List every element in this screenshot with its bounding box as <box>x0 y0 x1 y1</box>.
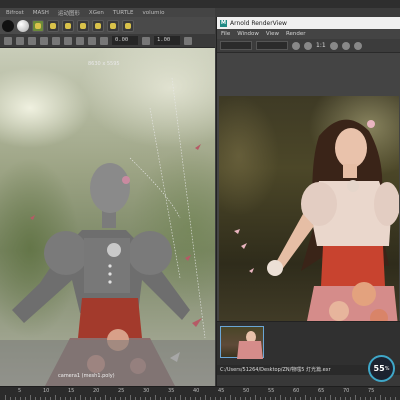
timeline-tick <box>30 395 31 400</box>
grid-icon[interactable] <box>16 36 24 45</box>
white-sphere-icon[interactable] <box>17 19 29 32</box>
arnold-app-icon: M <box>220 19 227 27</box>
shelf-tab-volumio[interactable]: volumio <box>143 10 165 16</box>
arnold-renderview-window: M Arnold RenderView File Window View Ren… <box>216 17 400 386</box>
gamma-field[interactable]: 1.00 <box>154 36 180 45</box>
renderview-menubar: File Window View Render <box>217 29 400 39</box>
timeline-tick <box>380 395 381 400</box>
frame-label: 75 <box>368 388 375 394</box>
gamma-icon[interactable] <box>142 36 150 45</box>
shelf-tabs: Bifrost MASH 运动图形 XGen TURTLE volumio <box>0 8 215 17</box>
render-image[interactable] <box>219 96 399 336</box>
render-icon[interactable] <box>292 41 300 50</box>
lighting-icon[interactable] <box>52 36 60 45</box>
shelf-tool-icon[interactable] <box>62 19 74 32</box>
viewport-toolbar: 0.00 1.00 <box>0 34 215 48</box>
aov-dropdown[interactable] <box>256 41 288 50</box>
shadow-icon[interactable] <box>64 36 72 45</box>
timeline-tick <box>355 395 356 400</box>
shelf-tool-icon[interactable] <box>107 19 119 32</box>
frame-label: 55 <box>268 388 275 394</box>
black-sphere-icon[interactable] <box>2 19 14 32</box>
timeline-tick <box>180 395 181 400</box>
menu-view[interactable]: View <box>266 31 279 37</box>
isolate-icon[interactable] <box>76 36 84 45</box>
maya-viewport[interactable]: 8630 x 5595 camera1 (mesh1.poly) <box>0 48 215 386</box>
rendered-scene <box>234 119 399 336</box>
menu-window[interactable]: Window <box>237 31 259 37</box>
timeline-tick <box>255 395 256 400</box>
thumbnail-preview <box>237 331 263 359</box>
shelf-tab-bifrost[interactable]: Bifrost <box>6 10 24 16</box>
timeline-tick <box>330 395 331 400</box>
window-title: Arnold RenderView <box>230 19 287 27</box>
frame-label: 15 <box>68 388 75 394</box>
timeline-tick <box>130 395 131 400</box>
menu-render[interactable]: Render <box>286 31 306 37</box>
exposure-icon[interactable] <box>100 36 108 45</box>
timeline-tick <box>80 395 81 400</box>
shelf-tab-xgen[interactable]: XGen <box>89 10 104 16</box>
exposure-field[interactable]: 0.00 <box>112 36 138 45</box>
frame-label: 5 <box>18 388 22 394</box>
shelf-tool-icon[interactable] <box>77 19 89 32</box>
timeline-tick <box>205 395 206 400</box>
performance-badge: 55% <box>368 355 395 382</box>
perf-value: 55 <box>373 364 385 373</box>
frame-label: 50 <box>243 388 250 394</box>
shelf-tool-icon[interactable] <box>32 19 44 32</box>
time-slider[interactable]: 5 10 15 20 25 30 35 40 45 50 55 60 65 70… <box>0 386 400 400</box>
stop-icon[interactable] <box>304 41 312 50</box>
camera-label: camera1 (mesh1.poly) <box>58 373 115 379</box>
shelf-tab-mash[interactable]: MASH <box>33 10 49 16</box>
viewport-gate-mask <box>0 340 215 386</box>
shelf-tool-icon[interactable] <box>47 19 59 32</box>
shelf-icon-bar <box>0 17 215 34</box>
viewport-scene <box>12 77 206 386</box>
xray-icon[interactable] <box>88 36 96 45</box>
frame-label: 60 <box>293 388 300 394</box>
shelf-tab-turtle[interactable]: TURTLE <box>113 10 134 16</box>
maya-title-strip <box>0 0 400 8</box>
timeline-tick <box>55 395 56 400</box>
perf-unit: % <box>384 365 390 372</box>
shelf-tool-icon[interactable] <box>122 19 134 32</box>
channel-dropdown[interactable] <box>220 41 252 50</box>
frame-label: 10 <box>43 388 50 394</box>
timeline-tick <box>230 395 231 400</box>
settings-icon[interactable] <box>353 41 362 50</box>
frame-label: 65 <box>318 388 325 394</box>
timeline-tick <box>305 395 306 400</box>
frame-label: 20 <box>93 388 100 394</box>
timeline-tick <box>105 395 106 400</box>
resolution-readout: 8630 x 5595 <box>88 61 120 67</box>
renderview-toolbar: 1:1 <box>217 39 400 53</box>
frame-label: 25 <box>118 388 125 394</box>
zoom-ratio[interactable]: 1:1 <box>316 42 326 49</box>
snapshot-icon[interactable] <box>341 41 350 50</box>
timeline-tick <box>155 395 156 400</box>
shaded-icon[interactable] <box>40 36 48 45</box>
frame-label: 35 <box>168 388 175 394</box>
menu-file[interactable]: File <box>221 31 230 37</box>
color-management-icon[interactable] <box>184 36 192 45</box>
frame-label: 40 <box>193 388 200 394</box>
camera-icon[interactable] <box>4 36 12 45</box>
frame-label: 70 <box>343 388 350 394</box>
ipr-icon[interactable] <box>329 41 338 50</box>
frame-label: 30 <box>143 388 150 394</box>
frame-label: 45 <box>218 388 225 394</box>
timeline-tick <box>5 395 6 400</box>
snapshot-thumbnail[interactable] <box>220 326 264 359</box>
shelf-tool-icon[interactable] <box>92 19 104 32</box>
shelf-tab-motion-graphics[interactable]: 运动图形 <box>58 9 80 17</box>
wireframe-icon[interactable] <box>28 36 36 45</box>
renderview-titlebar[interactable]: M Arnold RenderView <box>217 17 400 29</box>
timeline-tick <box>280 395 281 400</box>
